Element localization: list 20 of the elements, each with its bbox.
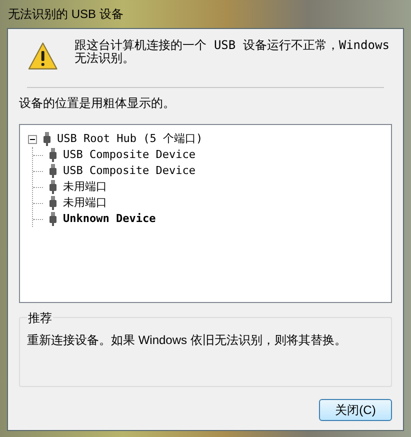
usb-plug-icon xyxy=(49,148,57,162)
tree-item[interactable]: 未用端口 xyxy=(63,194,107,212)
warning-icon xyxy=(27,41,59,71)
hint-text: 设备的位置是用粗体显示的。 xyxy=(19,95,176,112)
usb-plug-icon xyxy=(49,164,57,178)
recommendation-text: 重新连接设备。如果 Windows 依旧无法识别，则将其替换。 xyxy=(27,333,346,347)
tree-item[interactable]: USB Composite Device xyxy=(63,162,196,180)
group-label: 推荐 xyxy=(27,309,53,327)
collapse-toggle[interactable] xyxy=(28,134,37,144)
tree-item[interactable]: USB Root Hub (5 个端口) xyxy=(57,130,203,148)
close-button[interactable]: 关闭(C) xyxy=(319,399,392,421)
tree-item[interactable]: USB Composite Device xyxy=(63,146,196,164)
usb-plug-icon xyxy=(43,132,51,146)
window-title: 无法识别的 USB 设备 xyxy=(8,6,124,23)
tree-item[interactable]: Unknown Device xyxy=(63,210,156,228)
usb-plug-icon xyxy=(49,196,57,210)
usb-plug-icon xyxy=(49,212,57,226)
usb-plug-icon xyxy=(49,180,57,194)
tree-item[interactable]: 未用端口 xyxy=(63,178,107,196)
message-text: 跟这台计算机连接的一个 USB 设备运行不正常，Windows 无法识别。 xyxy=(74,39,390,65)
